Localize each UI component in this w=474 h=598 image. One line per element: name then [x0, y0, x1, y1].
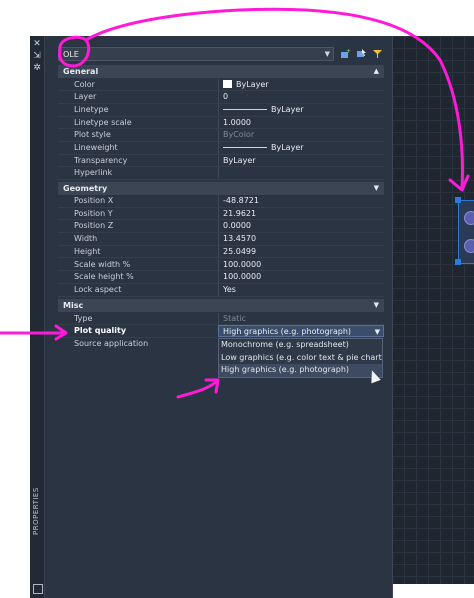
property-value[interactable]: ByLayer	[218, 103, 384, 116]
property-label: Source application	[74, 338, 149, 348]
quick-select-icon[interactable]	[372, 48, 383, 59]
property-row-position-x[interactable]: Position X -48.8721	[58, 195, 384, 208]
svg-text:+: +	[346, 48, 351, 55]
property-value[interactable]: Yes	[218, 283, 384, 296]
section-title: Geometry	[63, 183, 108, 193]
dropdown-option[interactable]: Monochrome (e.g. spreadsheet)	[219, 339, 382, 352]
property-row-position-z[interactable]: Position Z 0.0000	[58, 220, 384, 234]
dropdown-option[interactable]: High graphics (e.g. photograph)	[219, 364, 382, 377]
property-row-transparency[interactable]: Transparency ByLayer	[58, 154, 384, 168]
property-label: Type	[74, 313, 93, 323]
property-label: Hyperlink	[74, 168, 113, 178]
collapse-icon: ▼	[373, 183, 379, 192]
property-row-plot-style: Plot style ByColor	[58, 129, 384, 142]
property-row-scale-width[interactable]: Scale width % 100.0000	[58, 258, 384, 272]
linetype-sample-icon	[223, 108, 267, 110]
ole-preview-icon	[464, 239, 474, 253]
select-objects-icon[interactable]	[356, 48, 367, 59]
canvas-bottom-margin	[392, 584, 474, 598]
color-swatch-icon	[223, 80, 232, 88]
screenshot-margin	[0, 0, 30, 598]
property-value[interactable]: -48.8721	[218, 195, 384, 207]
property-label: Width	[74, 234, 98, 244]
property-row-lock-aspect[interactable]: Lock aspect Yes	[58, 283, 384, 297]
plot-quality-dropdown-list[interactable]: Monochrome (e.g. spreadsheet) Low graphi…	[218, 338, 383, 378]
property-value: ByColor	[218, 129, 384, 141]
property-row-position-y[interactable]: Position Y 21.9621	[58, 207, 384, 221]
chevron-down-icon: ▼	[324, 50, 330, 58]
property-value[interactable]: 1.0000	[218, 116, 384, 129]
property-row-plot-quality[interactable]: Plot quality High graphics (e.g. photogr…	[58, 325, 384, 338]
object-type-label: OLE	[63, 50, 79, 59]
property-row-scale-height[interactable]: Scale height % 100.0000	[58, 271, 384, 284]
property-value[interactable]: ByLayer	[218, 78, 384, 91]
drawing-canvas[interactable]	[392, 36, 474, 584]
property-value: Static	[218, 312, 384, 325]
palette-title: PROPERTIES	[32, 487, 40, 535]
property-label: Color	[74, 79, 95, 89]
plot-quality-select[interactable]: High graphics (e.g. photograph) ▼	[218, 325, 384, 337]
property-label: Position Z	[74, 221, 114, 231]
object-type-select[interactable]: OLE ▼	[58, 47, 334, 61]
property-label: Height	[74, 246, 101, 256]
property-label: Plot quality	[74, 326, 127, 336]
property-row-color[interactable]: Color ByLayer	[58, 78, 384, 92]
property-label: Transparency	[74, 155, 128, 165]
property-row-width[interactable]: Width 13.4570	[58, 233, 384, 246]
property-label: Linetype scale	[74, 117, 132, 127]
collapse-icon: ▲	[373, 67, 379, 75]
property-label: Layer	[74, 92, 97, 102]
property-label: Position Y	[74, 208, 113, 218]
property-value[interactable]: 100.0000	[218, 258, 384, 271]
property-label: Lock aspect	[74, 284, 122, 294]
lineweight-sample-icon	[223, 147, 267, 148]
property-row-linetype[interactable]: Linetype ByLayer	[58, 103, 384, 117]
property-value[interactable]: 13.4570	[218, 233, 384, 245]
ole-preview-icon	[464, 211, 474, 225]
selection-grip[interactable]	[455, 259, 461, 265]
property-row-lineweight[interactable]: Lineweight ByLayer	[58, 142, 384, 155]
property-row-height[interactable]: Height 25.0499	[58, 245, 384, 259]
property-value[interactable]: 0	[218, 91, 384, 103]
property-row-linetype-scale[interactable]: Linetype scale 1.0000	[58, 116, 384, 130]
property-label: Position X	[74, 196, 114, 205]
property-label: Plot style	[74, 130, 111, 140]
property-row-hyperlink[interactable]: Hyperlink	[58, 167, 384, 181]
resize-handle-icon[interactable]	[33, 584, 43, 594]
lineweight-value: ByLayer	[271, 143, 304, 152]
toggle-pickadd-icon[interactable]: +	[340, 48, 351, 59]
section-misc-header[interactable]: Misc ▼	[58, 299, 384, 312]
selection-grip[interactable]	[455, 197, 461, 203]
gear-icon[interactable]: ✲	[30, 62, 44, 74]
property-value[interactable]: 100.0000	[218, 271, 384, 283]
property-row-layer[interactable]: Layer 0	[58, 91, 384, 104]
section-title: General	[63, 67, 99, 76]
property-value[interactable]: 0.0000	[218, 220, 384, 233]
linetype-value: ByLayer	[271, 104, 304, 114]
property-value[interactable]: 25.0499	[218, 245, 384, 258]
property-label: Lineweight	[74, 143, 118, 152]
color-value: ByLayer	[236, 79, 269, 89]
property-value[interactable]: ByLayer	[218, 142, 384, 154]
property-row-type: Type Static	[58, 312, 384, 326]
collapse-icon: ▼	[373, 301, 379, 309]
property-label: Scale width %	[74, 259, 131, 269]
section-general-header[interactable]: General ▲	[58, 65, 384, 78]
property-label: Linetype	[74, 104, 109, 114]
property-value[interactable]	[218, 167, 384, 180]
close-icon[interactable]: ✕	[30, 38, 44, 50]
property-value[interactable]: ByLayer	[218, 154, 384, 167]
autohide-icon[interactable]: ⇲	[30, 50, 44, 62]
property-label: Scale height %	[74, 272, 134, 282]
section-geometry-header[interactable]: Geometry ▼	[58, 181, 384, 195]
dropdown-option[interactable]: Low graphics (e.g. color text & pie char…	[219, 352, 382, 365]
chevron-down-icon: ▼	[374, 328, 380, 337]
section-title: Misc	[63, 301, 84, 310]
plot-quality-value: High graphics (e.g. photograph)	[223, 327, 352, 337]
property-value[interactable]: 21.9621	[218, 207, 384, 220]
ole-object[interactable]	[458, 200, 474, 264]
